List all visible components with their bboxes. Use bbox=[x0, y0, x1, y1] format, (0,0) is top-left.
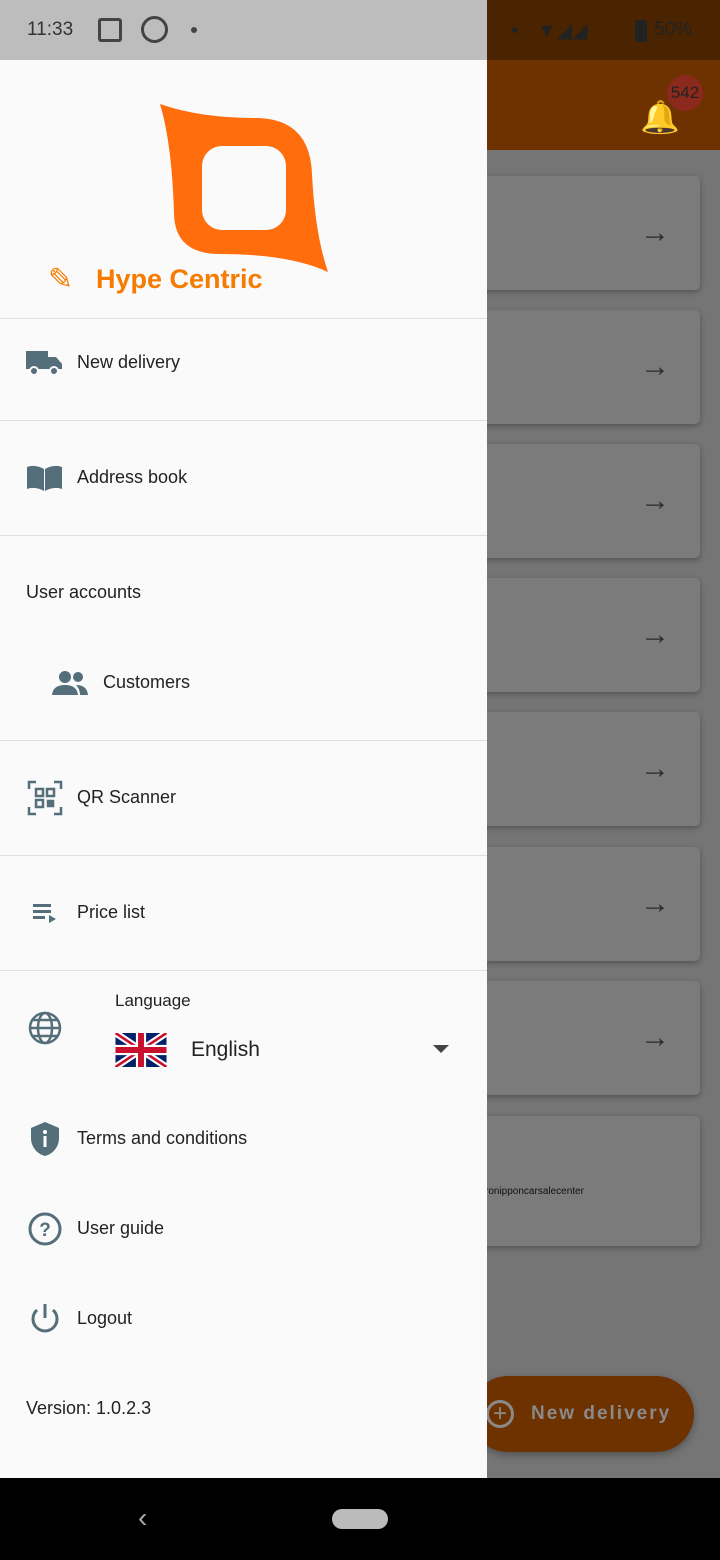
menu-item-logout[interactable]: Logout bbox=[26, 1300, 132, 1337]
home-pill[interactable] bbox=[332, 1509, 388, 1529]
app-version: Version: 1.0.2.3 bbox=[26, 1398, 152, 1418]
delivery-card[interactable]: → bbox=[480, 712, 700, 826]
edit-icon[interactable]: ✎ bbox=[48, 262, 73, 297]
menu-item-label: Logout bbox=[77, 1308, 133, 1328]
language-value: English bbox=[191, 1038, 260, 1061]
menu-item-customers[interactable]: Customers bbox=[52, 664, 190, 701]
delivery-card[interactable]: → bbox=[480, 444, 700, 558]
svg-text:?: ? bbox=[39, 1220, 51, 1241]
delivery-card[interactable]: ronipponcarsalecenter bbox=[480, 1116, 700, 1246]
news-icon bbox=[98, 18, 122, 42]
section-header-user-accounts: User accounts bbox=[26, 582, 142, 602]
dot-icon bbox=[512, 27, 518, 33]
uk-flag-icon bbox=[115, 1033, 167, 1067]
menu-item-label: Terms and conditions bbox=[77, 1128, 248, 1148]
app-bar: 🔔 542 bbox=[487, 60, 720, 150]
globe-icon bbox=[28, 1011, 62, 1050]
status-time: 11:33 bbox=[27, 19, 74, 40]
menu-item-terms[interactable]: Terms and conditions bbox=[26, 1120, 247, 1157]
brand-logo bbox=[160, 104, 328, 272]
dot-icon bbox=[191, 27, 197, 33]
qr-icon bbox=[26, 779, 63, 816]
menu-item-label: User guide bbox=[77, 1218, 165, 1238]
new-delivery-fab[interactable]: + New delivery bbox=[470, 1376, 694, 1452]
system-nav-bar: ‹ bbox=[0, 1478, 720, 1560]
list-icon bbox=[26, 894, 63, 931]
menu-item-user-guide[interactable]: ? User guide bbox=[26, 1210, 164, 1247]
truck-icon bbox=[26, 344, 63, 381]
menu-item-label: New delivery bbox=[77, 352, 181, 372]
divider bbox=[0, 318, 487, 319]
fab-label: New delivery bbox=[531, 1403, 672, 1424]
status-bar-right: ▼◢◢ 50% bbox=[487, 0, 720, 60]
divider bbox=[0, 420, 487, 421]
add-circle-icon: + bbox=[486, 1400, 514, 1428]
language-label: Language bbox=[115, 991, 191, 1010]
power-icon bbox=[26, 1300, 63, 1337]
arrow-right-icon: → bbox=[640, 1021, 670, 1054]
menu-item-label: QR Scanner bbox=[77, 787, 177, 807]
arrow-right-icon: → bbox=[640, 216, 670, 249]
arrow-right-icon: → bbox=[640, 350, 670, 383]
menu-item-label: Customers bbox=[103, 672, 191, 692]
brand-name: Hype Centric bbox=[96, 264, 263, 294]
arrow-right-icon: → bbox=[640, 484, 670, 517]
book-icon bbox=[26, 459, 63, 496]
notification-badge: 542 bbox=[667, 75, 703, 111]
delivery-card[interactable]: → bbox=[480, 578, 700, 692]
status-bar: 11:33 bbox=[0, 0, 487, 60]
shield-info-icon bbox=[26, 1120, 63, 1157]
language-dropdown[interactable]: English bbox=[115, 1030, 455, 1074]
divider bbox=[0, 855, 487, 856]
divider bbox=[0, 740, 487, 741]
divider bbox=[0, 535, 487, 536]
delivery-card[interactable]: → bbox=[480, 310, 700, 424]
menu-item-price-list[interactable]: Price list bbox=[26, 894, 145, 931]
wifi-icon: ▼◢◢ bbox=[537, 20, 588, 42]
menu-item-label: Address book bbox=[77, 467, 188, 487]
back-icon[interactable]: ‹ bbox=[138, 1502, 147, 1534]
people-icon bbox=[52, 664, 89, 701]
arrow-right-icon: → bbox=[640, 887, 670, 920]
help-icon: ? bbox=[26, 1210, 63, 1247]
menu-item-address-book[interactable]: Address book bbox=[26, 459, 187, 496]
navigation-drawer: ✎ Hype Centric New delivery Address book… bbox=[0, 60, 487, 1478]
viber-icon bbox=[141, 16, 168, 43]
battery-level: 50% bbox=[654, 19, 693, 40]
divider bbox=[0, 970, 487, 971]
arrow-right-icon: → bbox=[640, 618, 670, 651]
card-text: ronipponcarsalecenter bbox=[485, 1186, 584, 1197]
delivery-card[interactable]: → bbox=[480, 981, 700, 1095]
arrow-right-icon: → bbox=[640, 752, 670, 785]
delivery-card[interactable]: → bbox=[480, 847, 700, 961]
menu-item-label: Price list bbox=[77, 902, 146, 922]
caret-down-icon bbox=[433, 1045, 449, 1053]
battery-icon bbox=[635, 20, 647, 42]
menu-item-qr-scanner[interactable]: QR Scanner bbox=[26, 779, 176, 816]
menu-item-new-delivery[interactable]: New delivery bbox=[26, 344, 180, 381]
delivery-card[interactable]: → bbox=[480, 176, 700, 290]
